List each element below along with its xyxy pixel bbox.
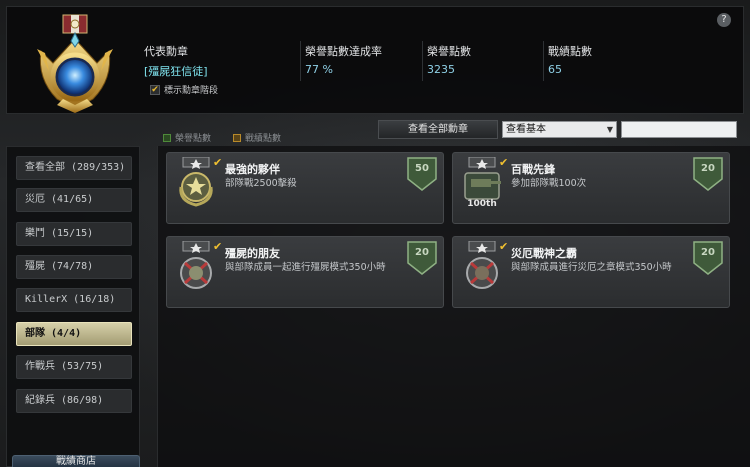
category-disaster[interactable]: 災厄 (41/65) <box>16 188 132 212</box>
medal-points: 20 <box>701 247 715 258</box>
category-zombie[interactable]: 殭屍 (74/78) <box>16 255 132 279</box>
honor-legend-label: 榮譽點數 <box>175 134 212 144</box>
honor-points-field: 榮譽點數 3235 <box>427 43 471 76</box>
medal-card[interactable]: 100th ✔ 百戰先鋒 參加部隊戰100次 20 <box>452 152 730 224</box>
medal-points-badge: 50 <box>407 157 437 191</box>
battle-points-legend: 戰績點數 <box>233 131 281 144</box>
divider <box>422 41 423 81</box>
category-record-soldier[interactable]: 紀錄兵 (86/98) <box>16 389 132 413</box>
battle-points-value: 65 <box>548 63 562 76</box>
medal-summary-panel: ? 代表勳章 [殭屍狂信徒] 榮譽點數達成率 77 % 榮譽點數 3235 戰績… <box>6 6 744 114</box>
honor-rate-field: 榮譽點數達成率 77 % <box>305 43 382 76</box>
medal-description: 與部隊成員一起進行殭屍模式350小時 <box>225 262 386 273</box>
search-input[interactable] <box>621 121 737 138</box>
representative-medal-icon <box>37 14 113 113</box>
honor-points-legend: 榮譽點數 <box>163 131 211 144</box>
medal-description: 部隊戰2500擊殺 <box>225 178 297 189</box>
show-stage-option[interactable]: ✔ 標示勳章階段 <box>150 83 218 96</box>
completed-check-icon: ✔ <box>499 240 509 253</box>
category-combat-soldier[interactable]: 作戰兵 (53/75) <box>16 355 132 379</box>
divider <box>300 41 301 81</box>
medal-description: 與部隊成員進行災厄之章模式350小時 <box>511 262 672 273</box>
battle-swatch <box>233 133 241 142</box>
category-killerx[interactable]: KillerX (16/18) <box>16 288 132 312</box>
battle-points-field: 戰績點數 65 <box>548 43 592 76</box>
svg-text:100th: 100th <box>467 199 497 209</box>
honor-points-label: 榮譽點數 <box>427 45 471 58</box>
medal-points-badge: 20 <box>407 241 437 275</box>
medal-points: 20 <box>701 163 715 174</box>
show-stage-label: 標示勳章階段 <box>164 86 219 96</box>
medal-points: 20 <box>415 247 429 258</box>
category-sidebar: 查看全部 (289/353) 災厄 (41/65) 樂鬥 (15/15) 殭屍 … <box>6 146 140 467</box>
medal-points: 50 <box>415 163 429 174</box>
battle-legend-label: 戰績點數 <box>245 134 282 144</box>
honor-swatch <box>163 133 171 142</box>
representative-medal-field: 代表勳章 [殭屍狂信徒] <box>144 43 208 79</box>
completed-check-icon: ✔ <box>213 156 223 169</box>
show-stage-checkbox[interactable]: ✔ <box>150 84 160 95</box>
help-button[interactable]: ? <box>717 13 731 27</box>
medal-points-badge: 20 <box>693 157 723 191</box>
filter-select-value: 查看基本 <box>506 124 546 135</box>
honor-rate-value: 77 % <box>305 63 333 76</box>
medal-card[interactable]: ✔ 最強的夥伴 部隊戰2500擊殺 50 <box>166 152 444 224</box>
representative-medal-name[interactable]: [殭屍狂信徒] <box>144 63 208 79</box>
medal-description: 參加部隊戰100次 <box>511 178 587 189</box>
category-clan[interactable]: 部隊 (4/4) <box>16 322 132 346</box>
filter-select[interactable]: 查看基本 ▼ <box>502 121 617 138</box>
view-all-medals-button[interactable]: 查看全部勳章 <box>378 120 498 139</box>
honor-points-value: 3235 <box>427 63 455 76</box>
medal-points-badge: 20 <box>693 241 723 275</box>
divider <box>543 41 544 81</box>
battle-shop-button[interactable]: 戰績商店 <box>12 455 140 467</box>
medal-card[interactable]: ✔ 災厄戰神之霸 與部隊成員進行災厄之章模式350小時 20 <box>452 236 730 308</box>
medal-card[interactable]: ✔ 殭屍的朋友 與部隊成員一起進行殭屍模式350小時 20 <box>166 236 444 308</box>
completed-check-icon: ✔ <box>499 156 509 169</box>
honor-rate-label: 榮譽點數達成率 <box>305 45 382 58</box>
category-fight[interactable]: 樂鬥 (15/15) <box>16 222 132 246</box>
medal-list: ✔ 最強的夥伴 部隊戰2500擊殺 50 100th ✔ 百戰先鋒 參加部隊戰1… <box>157 146 750 467</box>
category-all[interactable]: 查看全部 (289/353) <box>16 156 132 180</box>
battle-points-label: 戰績點數 <box>548 45 592 58</box>
representative-medal-label: 代表勳章 <box>144 45 188 58</box>
completed-check-icon: ✔ <box>213 240 223 253</box>
chevron-down-icon: ▼ <box>606 125 613 134</box>
